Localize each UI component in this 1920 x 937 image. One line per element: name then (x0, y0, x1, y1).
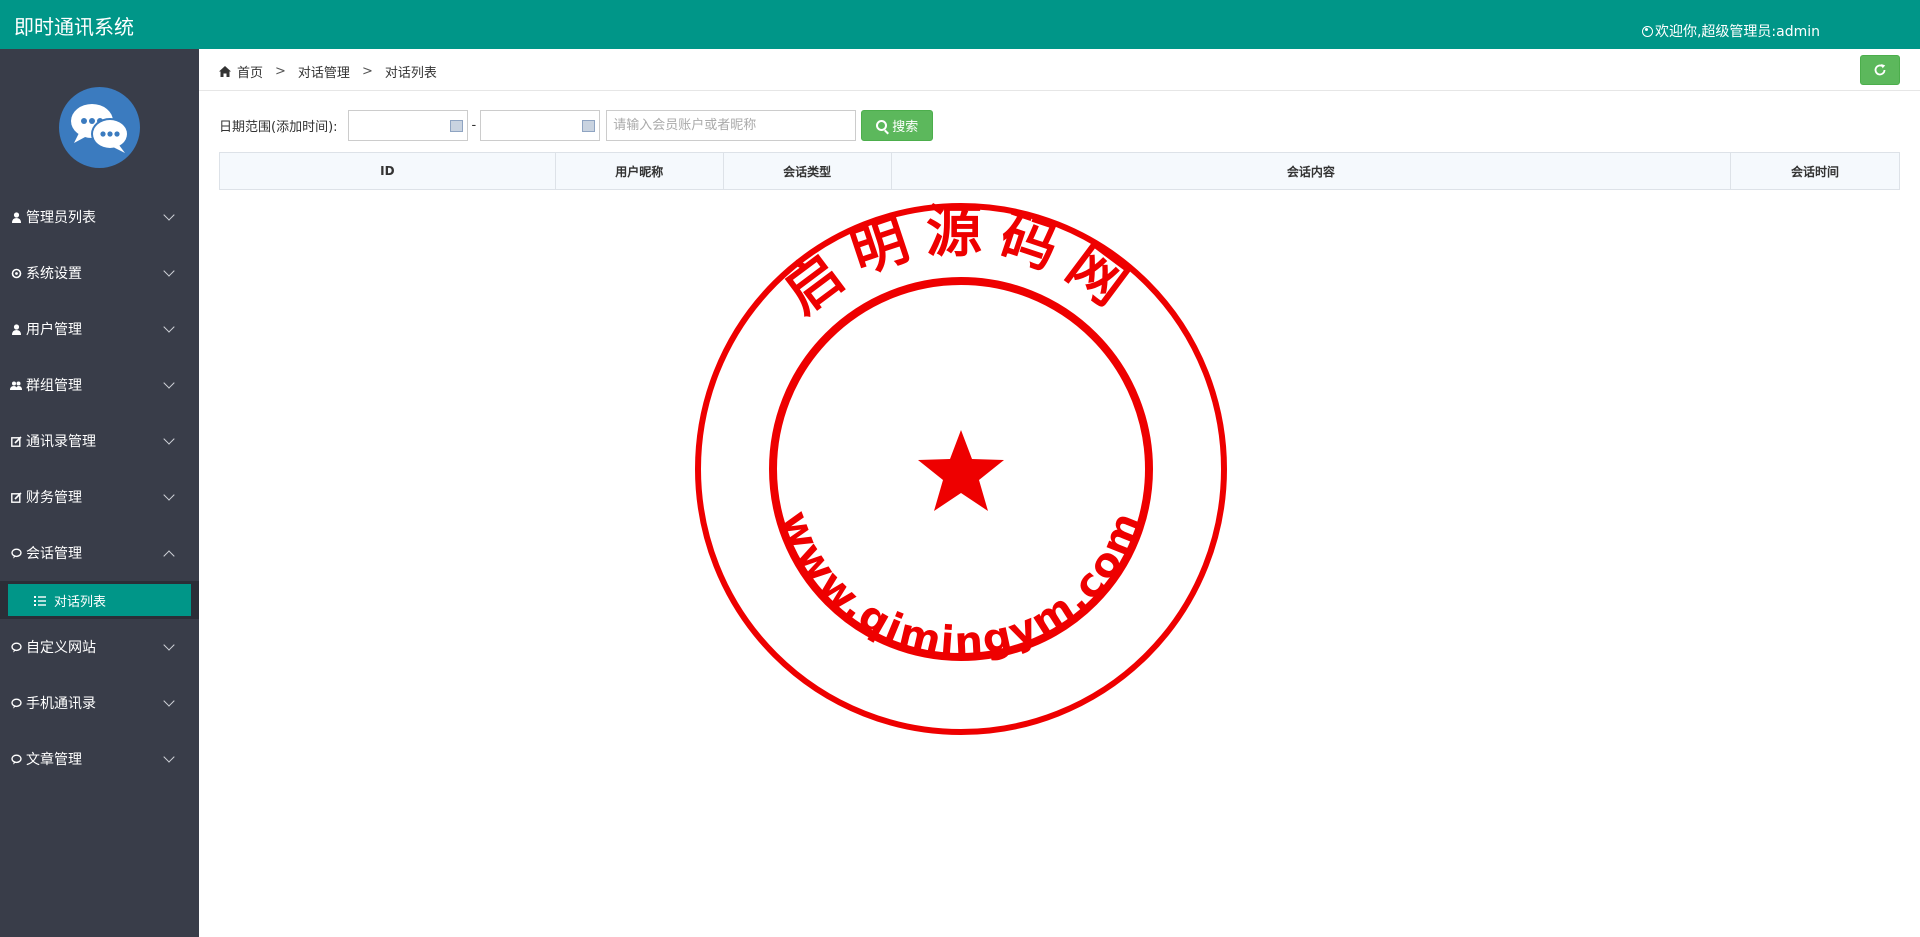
breadcrumb-separator: > (275, 64, 286, 79)
sidebar-item-finance-management[interactable]: 财务管理 (0, 469, 199, 525)
sidebar-subitem-label: 对话列表 (54, 594, 107, 610)
chat-icon (10, 753, 22, 765)
sidebar-subitem-conversation-list[interactable]: 对话列表 (8, 584, 191, 616)
breadcrumb-session-management[interactable]: 对话管理 (298, 62, 350, 81)
search-icon (876, 120, 888, 131)
sidebar-item-label: 手机通讯录 (26, 696, 96, 712)
date-from-field[interactable] (347, 110, 468, 141)
watermark-seal: 启明源码网 www.qimingym.com (693, 199, 1229, 737)
breadcrumb-separator: > (361, 64, 373, 79)
chevron-down-icon (163, 489, 175, 501)
sidebar-item-session-management[interactable]: 会话管理 (0, 525, 199, 581)
edit-icon (10, 491, 22, 503)
list-icon (34, 595, 46, 606)
chevron-down-icon (163, 751, 175, 763)
seal-bottom-text: www.qimingym.com (771, 504, 1151, 665)
sidebar-item-label: 会话管理 (26, 546, 82, 562)
sidebar-item-custom-website[interactable]: 自定义网站 (0, 619, 199, 675)
wechat-logo (59, 87, 140, 168)
sidebar-item-label: 系统设置 (26, 266, 82, 282)
sidebar-item-label: 文章管理 (26, 752, 82, 768)
conversation-table: ID 用户昵称 会话类型 会话内容 会话时间 (219, 152, 1900, 190)
seal-top-text: 启明源码网 (771, 201, 1151, 327)
chat-icon (10, 547, 22, 559)
date-range-separator: - (471, 118, 477, 133)
chevron-down-icon (163, 265, 175, 277)
search-input[interactable] (606, 110, 857, 141)
column-header-session-time[interactable]: 会话时间 (1730, 152, 1900, 190)
column-header-session-type[interactable]: 会话类型 (722, 152, 892, 190)
sidebar-item-user-management[interactable]: 用户管理 (0, 301, 199, 357)
gear-icon (10, 267, 22, 279)
chevron-down-icon (163, 321, 175, 333)
sidebar-item-admin-list[interactable]: 管理员列表 (0, 189, 199, 245)
sidebar-item-article-management[interactable]: 文章管理 (0, 731, 199, 787)
sidebar: 管理员列表 系统设置 用户管理 群组管理 通讯录管理 财务管理 会话管理 对话列… (0, 49, 199, 937)
chevron-down-icon (163, 433, 175, 445)
date-range-label: 日期范围(添加时间): (219, 120, 338, 135)
top-header: 即时通讯系统 欢迎你,超级管理员:admin (0, 0, 1920, 49)
welcome-text: 欢迎你,超级管理员:admin (1654, 24, 1820, 40)
calendar-icon[interactable] (582, 120, 596, 132)
breadcrumb-bar: 首页 > 对话管理 > 对话列表 (199, 49, 1920, 91)
refresh-button[interactable] (1860, 55, 1900, 85)
sidebar-item-group-management[interactable]: 群组管理 (0, 357, 199, 413)
sidebar-item-system-settings[interactable]: 系统设置 (0, 245, 199, 301)
column-header-id[interactable]: ID (219, 152, 556, 190)
column-header-nickname[interactable]: 用户昵称 (554, 152, 724, 190)
breadcrumb: 首页 > 对话管理 > 对话列表 (219, 62, 437, 81)
chevron-up-icon (163, 550, 175, 562)
sidebar-item-label: 通讯录管理 (26, 434, 96, 450)
sidebar-item-label: 群组管理 (26, 378, 82, 394)
user-icon (10, 211, 22, 223)
group-icon (10, 379, 22, 391)
chat-icon (10, 697, 22, 709)
chevron-down-icon (163, 377, 175, 389)
sidebar-item-contacts-management[interactable]: 通讯录管理 (0, 413, 199, 469)
edit-icon (10, 435, 22, 447)
search-button[interactable]: 搜索 (861, 110, 934, 141)
date-to-field[interactable] (480, 110, 601, 141)
table-header-row: ID 用户昵称 会话类型 会话内容 会话时间 (219, 152, 1900, 190)
sidebar-item-label: 管理员列表 (26, 210, 96, 226)
chevron-down-icon (163, 639, 175, 651)
star-icon (918, 430, 1004, 511)
chevron-down-icon (163, 209, 175, 221)
chat-icon (10, 641, 22, 653)
user-circle-icon (1641, 25, 1653, 37)
sidebar-item-label: 财务管理 (26, 490, 82, 506)
breadcrumb-home[interactable]: 首页 (237, 62, 263, 81)
app-title: 即时通讯系统 (14, 15, 134, 39)
filter-bar: 日期范围(添加时间): - 搜索 (219, 110, 934, 141)
sidebar-item-label: 自定义网站 (26, 640, 96, 656)
calendar-icon[interactable] (449, 120, 463, 132)
session-submenu: 对话列表 (0, 581, 199, 619)
refresh-icon (1874, 64, 1886, 76)
sidebar-menu: 管理员列表 系统设置 用户管理 群组管理 通讯录管理 财务管理 会话管理 对话列… (0, 189, 199, 787)
search-button-label: 搜索 (892, 120, 919, 135)
sidebar-item-label: 用户管理 (26, 322, 82, 338)
user-icon (10, 323, 22, 335)
sidebar-item-phone-contacts[interactable]: 手机通讯录 (0, 675, 199, 731)
welcome-user[interactable]: 欢迎你,超级管理员:admin (1641, 21, 1820, 41)
column-header-session-content[interactable]: 会话内容 (890, 152, 1732, 190)
chevron-down-icon (163, 695, 175, 707)
breadcrumb-conversation-list: 对话列表 (384, 66, 437, 81)
home-icon (219, 66, 231, 77)
